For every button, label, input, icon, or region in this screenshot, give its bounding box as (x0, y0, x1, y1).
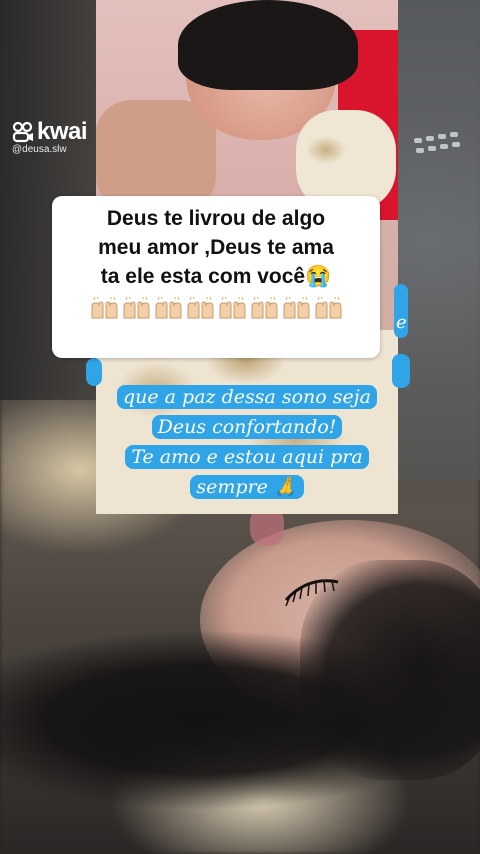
overlay-message: que a paz dessa sono seja Deus confortan… (96, 382, 398, 502)
overlay-line-4: sempre 🙏 (190, 475, 304, 499)
caption-line-3: ta ele esta com você😭 (100, 265, 332, 288)
kwai-logo-icon (12, 121, 33, 143)
raising-hands-emoji (219, 297, 245, 319)
raising-hands-emoji (123, 297, 149, 319)
overlay-line-3: Te amo e estou aqui pra (125, 445, 369, 469)
background-hair-right (300, 560, 480, 780)
photo-hair (178, 0, 358, 90)
caption-line-1: Deus te livrou de algo (106, 207, 326, 230)
raising-hands-emoji (283, 297, 309, 319)
raising-hands-emoji (187, 297, 213, 319)
overlay-line-1: que a paz dessa sono seja (117, 385, 377, 409)
raising-hands-emoji-row (52, 297, 380, 319)
kwai-logo-text: kwai (37, 118, 88, 145)
raising-hands-emoji (155, 297, 181, 319)
photo-arm (96, 100, 216, 210)
raising-hands-emoji (91, 297, 117, 319)
caption-line-2: meu amor ,Deus te ama (98, 236, 334, 259)
photo-blanket-top (296, 110, 396, 210)
raising-hands-emoji (251, 297, 277, 319)
kwai-logo: kwai (12, 118, 88, 146)
raising-hands-emoji (315, 297, 341, 319)
caption-card: Deus te livrou de algo meu amor ,Deus te… (52, 196, 380, 358)
creator-handle: @deusa.slw (12, 144, 67, 155)
background-right-shade (398, 0, 480, 480)
partial-text-right: e (396, 312, 407, 333)
keypad-decoration (414, 132, 460, 153)
overlay-line-2: Deus confortando! (151, 415, 343, 439)
